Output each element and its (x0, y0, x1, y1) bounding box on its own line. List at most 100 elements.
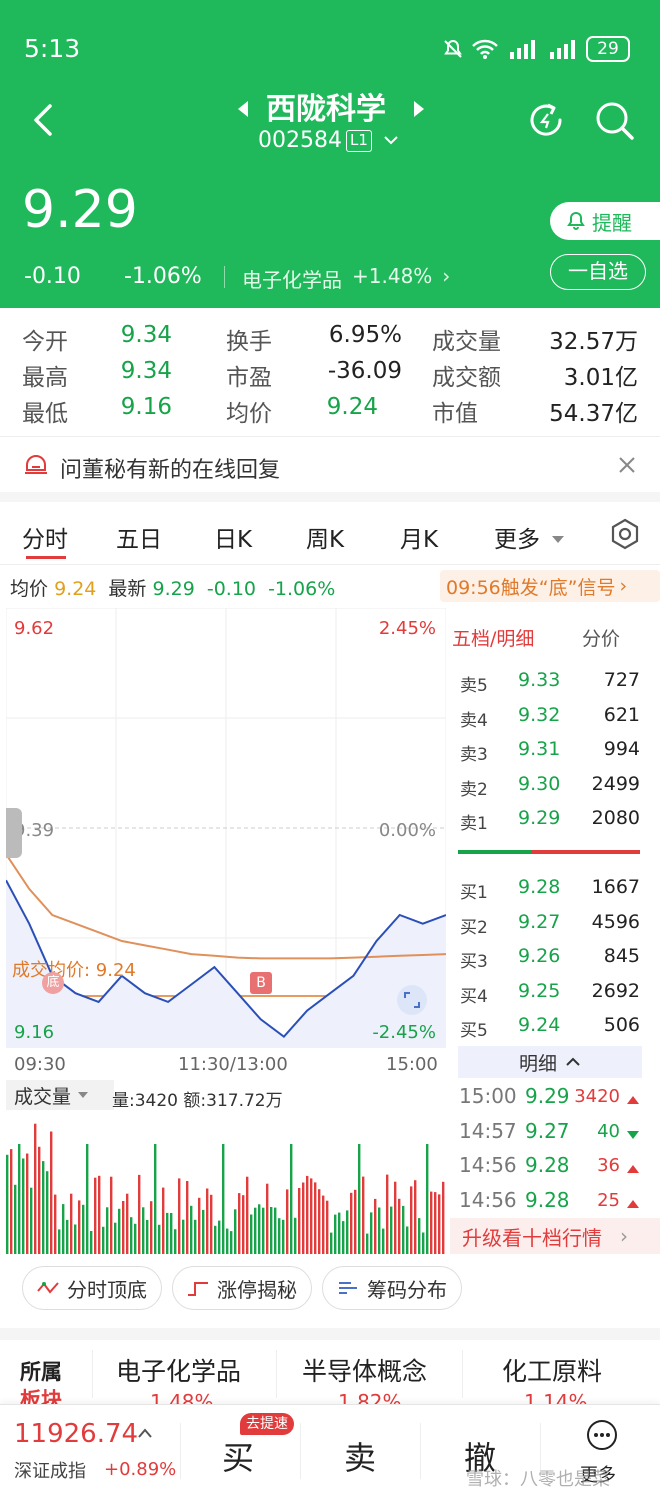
tab-daily[interactable]: 日K (214, 520, 252, 554)
tab-price-distribution[interactable]: 分价 (582, 624, 620, 651)
tab-more[interactable]: 更多 (494, 520, 540, 554)
volume-bar (30, 1187, 33, 1254)
volume-bar (134, 1223, 137, 1254)
volume-bar (114, 1222, 117, 1254)
volume-bar (326, 1200, 329, 1254)
trade-price: 9.28 (525, 1188, 570, 1212)
avg-line-label: 成交均价: 9.24 (12, 960, 136, 981)
volume-bar (186, 1181, 189, 1254)
volume-bar (14, 1184, 17, 1254)
volume-bar (330, 1232, 333, 1254)
intraday-chart[interactable]: 9.62 2.45% 9.39 0.00% 9.16 -2.45% 成交均价: … (5, 607, 447, 1049)
caret-down-icon[interactable] (550, 530, 566, 549)
volume-bar (350, 1192, 353, 1254)
tab-monthly[interactable]: 月K (400, 520, 438, 554)
divider (462, 1350, 463, 1398)
chip-chip-distribution[interactable]: 筹码分布 (322, 1266, 462, 1310)
sector-item-name[interactable]: 半导体概念 (302, 1352, 427, 1388)
volume-bar (234, 1209, 237, 1254)
volume-bar (358, 1144, 361, 1254)
chip-label: 分时顶底 (67, 1277, 147, 1302)
volume-bar (322, 1195, 325, 1254)
buy-sell-ratio-bar (458, 850, 640, 854)
back-icon[interactable] (28, 100, 60, 144)
tab-weekly[interactable]: 周K (306, 520, 344, 554)
upgrade-text: 升级看十档行情 (462, 1225, 602, 1250)
volume-bar (438, 1194, 441, 1254)
volume-bar (258, 1204, 261, 1254)
volume-bar (50, 1131, 53, 1254)
volume-bar (402, 1205, 405, 1254)
side-drawer-handle[interactable] (6, 808, 22, 858)
more-icon[interactable] (586, 1419, 618, 1455)
close-icon[interactable] (616, 454, 638, 480)
buy-button[interactable]: 买 (222, 1433, 254, 1479)
level-badge: L1 (346, 130, 372, 152)
volume-bar (318, 1189, 321, 1254)
stock-name: 西陇科学 (266, 92, 386, 127)
upgrade-level2-button[interactable]: 升级看十档行情 › (450, 1218, 660, 1254)
volume-bar (150, 1201, 153, 1254)
speed-up-badge[interactable]: 去提速 (240, 1413, 294, 1435)
y-mid-pct: 0.00% (378, 820, 436, 841)
ask-volume: 621 (603, 704, 640, 726)
bottom-signal-marker[interactable]: 底 (42, 972, 64, 994)
divider (180, 1423, 181, 1479)
volume-bar (238, 1193, 241, 1254)
sector-link[interactable]: 电子化学品 +1.48% › (242, 264, 450, 293)
volume-bar (410, 1186, 413, 1254)
sell-button[interactable]: 卖 (344, 1433, 376, 1479)
refresh-icon[interactable] (526, 100, 566, 144)
chip-intraday-top-bottom[interactable]: 分时顶底 (22, 1266, 162, 1310)
volume-bar (122, 1201, 125, 1254)
index-name: 深证成指 (14, 1461, 86, 1482)
avg-value: 9.24 (54, 578, 97, 600)
bid-price: 9.25 (518, 980, 561, 1002)
y-top-pct: 2.45% (378, 618, 436, 639)
sector-item-name[interactable]: 化工原料 (502, 1352, 602, 1388)
notice-bar[interactable]: 问董秘有新的在线回复 (0, 442, 660, 490)
tab-5day[interactable]: 五日 (116, 520, 162, 554)
sector-item-name[interactable]: 电子化学品 (116, 1352, 241, 1388)
volume-bar (110, 1176, 113, 1254)
search-icon[interactable] (594, 100, 636, 146)
detail-toggle[interactable]: 明细 (458, 1046, 642, 1078)
buy-signal-marker[interactable]: B (250, 972, 272, 994)
prev-stock-icon[interactable] (236, 99, 250, 123)
signal-button[interactable]: 09:56触发“底”信号 › (440, 570, 660, 602)
bid-label: 买3 (460, 952, 488, 972)
arrow-up-icon (626, 1194, 640, 1213)
stat-label: 成交额 (432, 365, 501, 391)
volume-bar (42, 1161, 45, 1254)
volume-bar (154, 1144, 157, 1254)
detail-header: 明细 (518, 1052, 557, 1075)
chevron-down-icon[interactable] (382, 132, 400, 151)
volume-bar (202, 1209, 205, 1254)
next-stock-icon[interactable] (412, 99, 426, 123)
volume-bar (26, 1153, 29, 1254)
bottom-trade-bar: 11926.74 深证成指 +0.89% 买 去提速 卖 撤 更多 雪球：八零也… (0, 1404, 660, 1497)
stat-value: 32.57万 (549, 329, 638, 355)
tab-indicator (26, 556, 66, 559)
volume-selector[interactable]: 成交量 (6, 1080, 114, 1110)
settings-icon[interactable] (610, 518, 640, 554)
stats-panel: 今开 9.34 换手 6.95% 成交量 32.57万 最高 9.34 市盈 -… (0, 308, 660, 436)
volume-bar (278, 1218, 281, 1254)
chevron-up-icon (136, 1425, 154, 1444)
stat-value: -36.09 (327, 358, 402, 384)
stat-value: 9.24 (326, 394, 378, 420)
volume-bar (246, 1176, 249, 1254)
watchlist-button[interactable]: 一自选 (550, 254, 646, 290)
tab-orderbook[interactable]: 五档/明细 (452, 624, 534, 651)
divider (420, 1423, 421, 1479)
volume-bar (210, 1194, 213, 1254)
tab-fenshi[interactable]: 分时 (22, 520, 68, 554)
expand-icon[interactable] (396, 984, 428, 1020)
volume-bar (78, 1200, 81, 1254)
limit-up-icon (188, 1282, 208, 1296)
volume-bar (58, 1229, 61, 1254)
remind-button[interactable]: 提醒 (550, 202, 660, 240)
index-value: 11926.74 (14, 1419, 139, 1449)
chip-limit-up-reveal[interactable]: 涨停揭秘 (172, 1266, 312, 1310)
chevron-right-icon: › (620, 1224, 628, 1248)
